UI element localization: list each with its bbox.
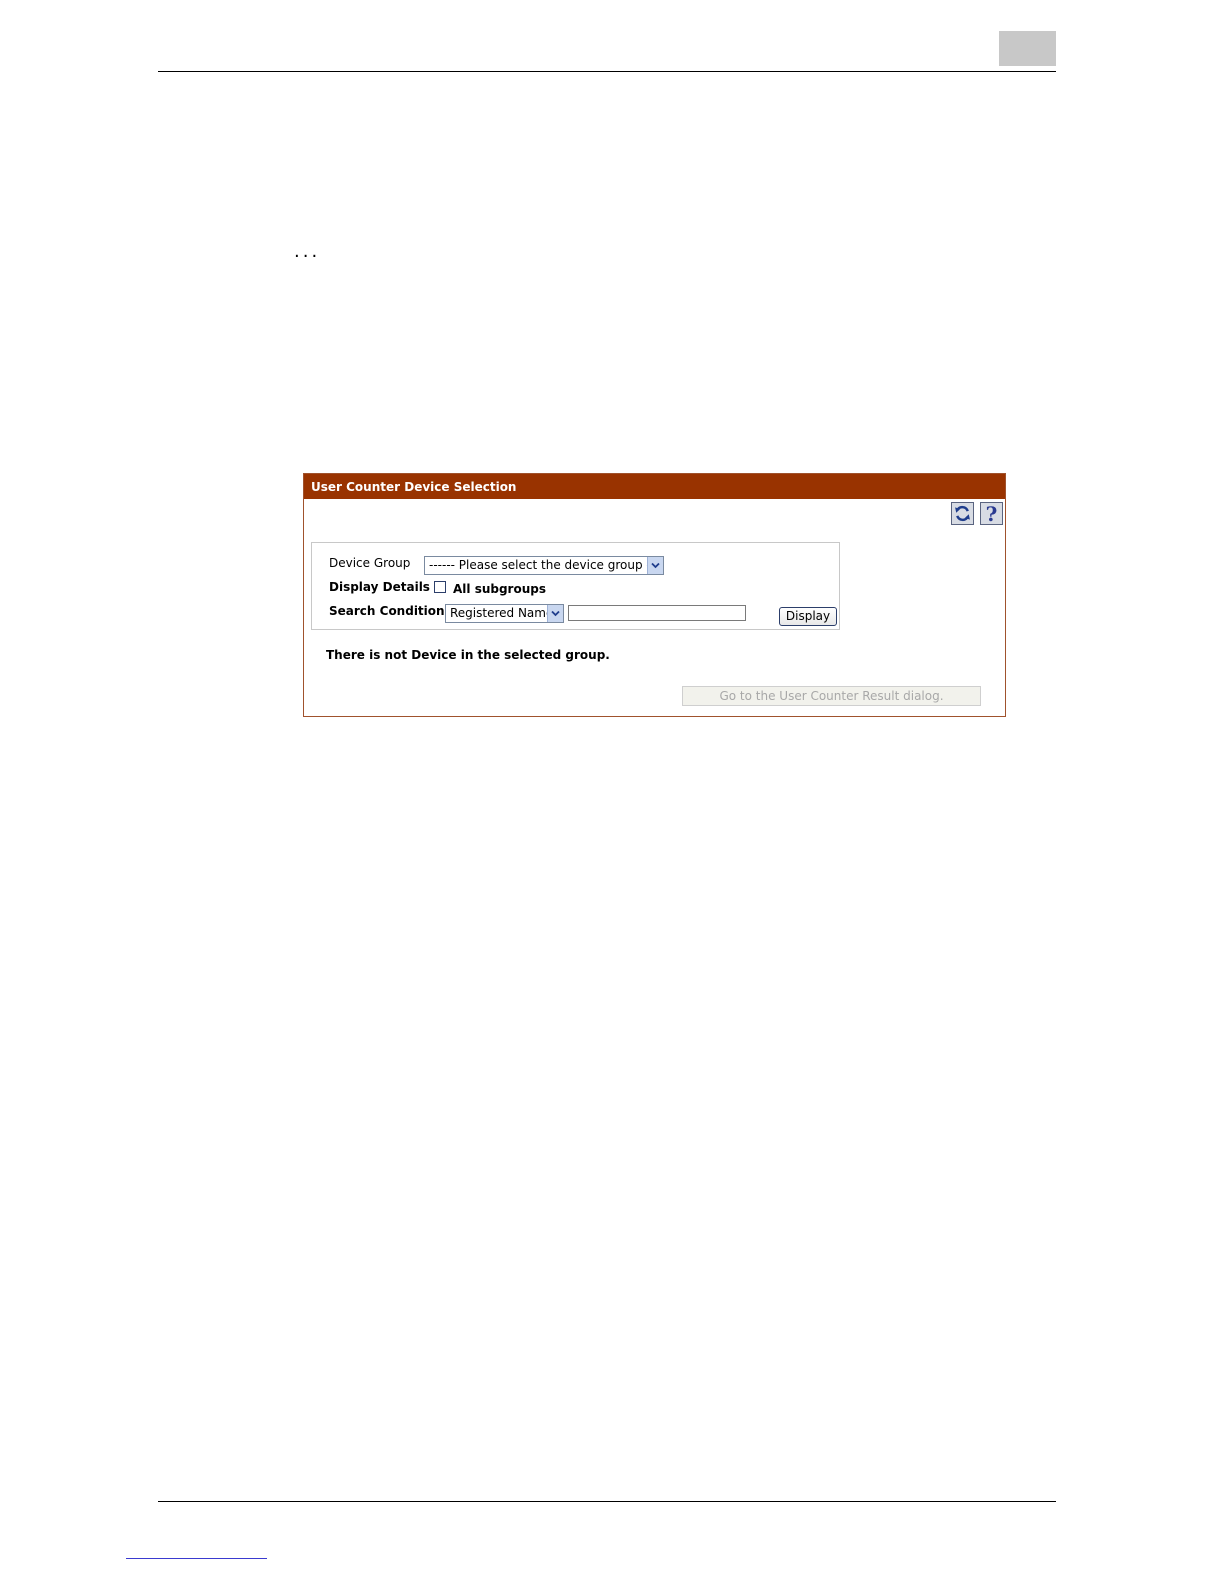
help-icon: ?	[985, 501, 998, 526]
refresh-button[interactable]	[951, 502, 974, 525]
user-counter-device-selection-dialog: User Counter Device Selection ? Device G…	[303, 473, 1006, 717]
device-group-selected-value: ------ Please select the device group --…	[429, 558, 664, 572]
status-message: There is not Device in the selected grou…	[326, 648, 610, 662]
search-condition-label: Search Condition:	[329, 604, 450, 618]
all-subgroups-label: All subgroups	[453, 582, 546, 596]
refresh-icon	[955, 505, 970, 522]
footer-rule	[158, 1501, 1056, 1502]
help-button[interactable]: ?	[980, 502, 1003, 525]
chapter-tab	[999, 31, 1056, 66]
all-subgroups-checkbox[interactable]	[434, 581, 446, 593]
device-group-select[interactable]: ------ Please select the device group --…	[424, 556, 664, 575]
search-condition-select[interactable]: Registered Name	[445, 604, 564, 623]
footer-link-underline	[126, 1558, 267, 1559]
search-text-input[interactable]	[568, 605, 746, 621]
search-condition-selected-value: Registered Name	[450, 606, 554, 620]
continuation-ellipsis: ...	[294, 241, 321, 262]
display-details-label: Display Details	[329, 580, 430, 594]
dialog-title: User Counter Device Selection	[304, 474, 1005, 499]
chevron-down-icon[interactable]	[647, 557, 663, 574]
header-rule	[158, 71, 1056, 72]
go-to-user-counter-result-button: Go to the User Counter Result dialog.	[682, 686, 981, 706]
chevron-down-icon[interactable]	[547, 605, 563, 622]
device-group-label: Device Group	[329, 556, 411, 570]
display-button[interactable]: Display	[779, 607, 837, 626]
search-form: Device Group ------ Please select the de…	[311, 542, 840, 630]
